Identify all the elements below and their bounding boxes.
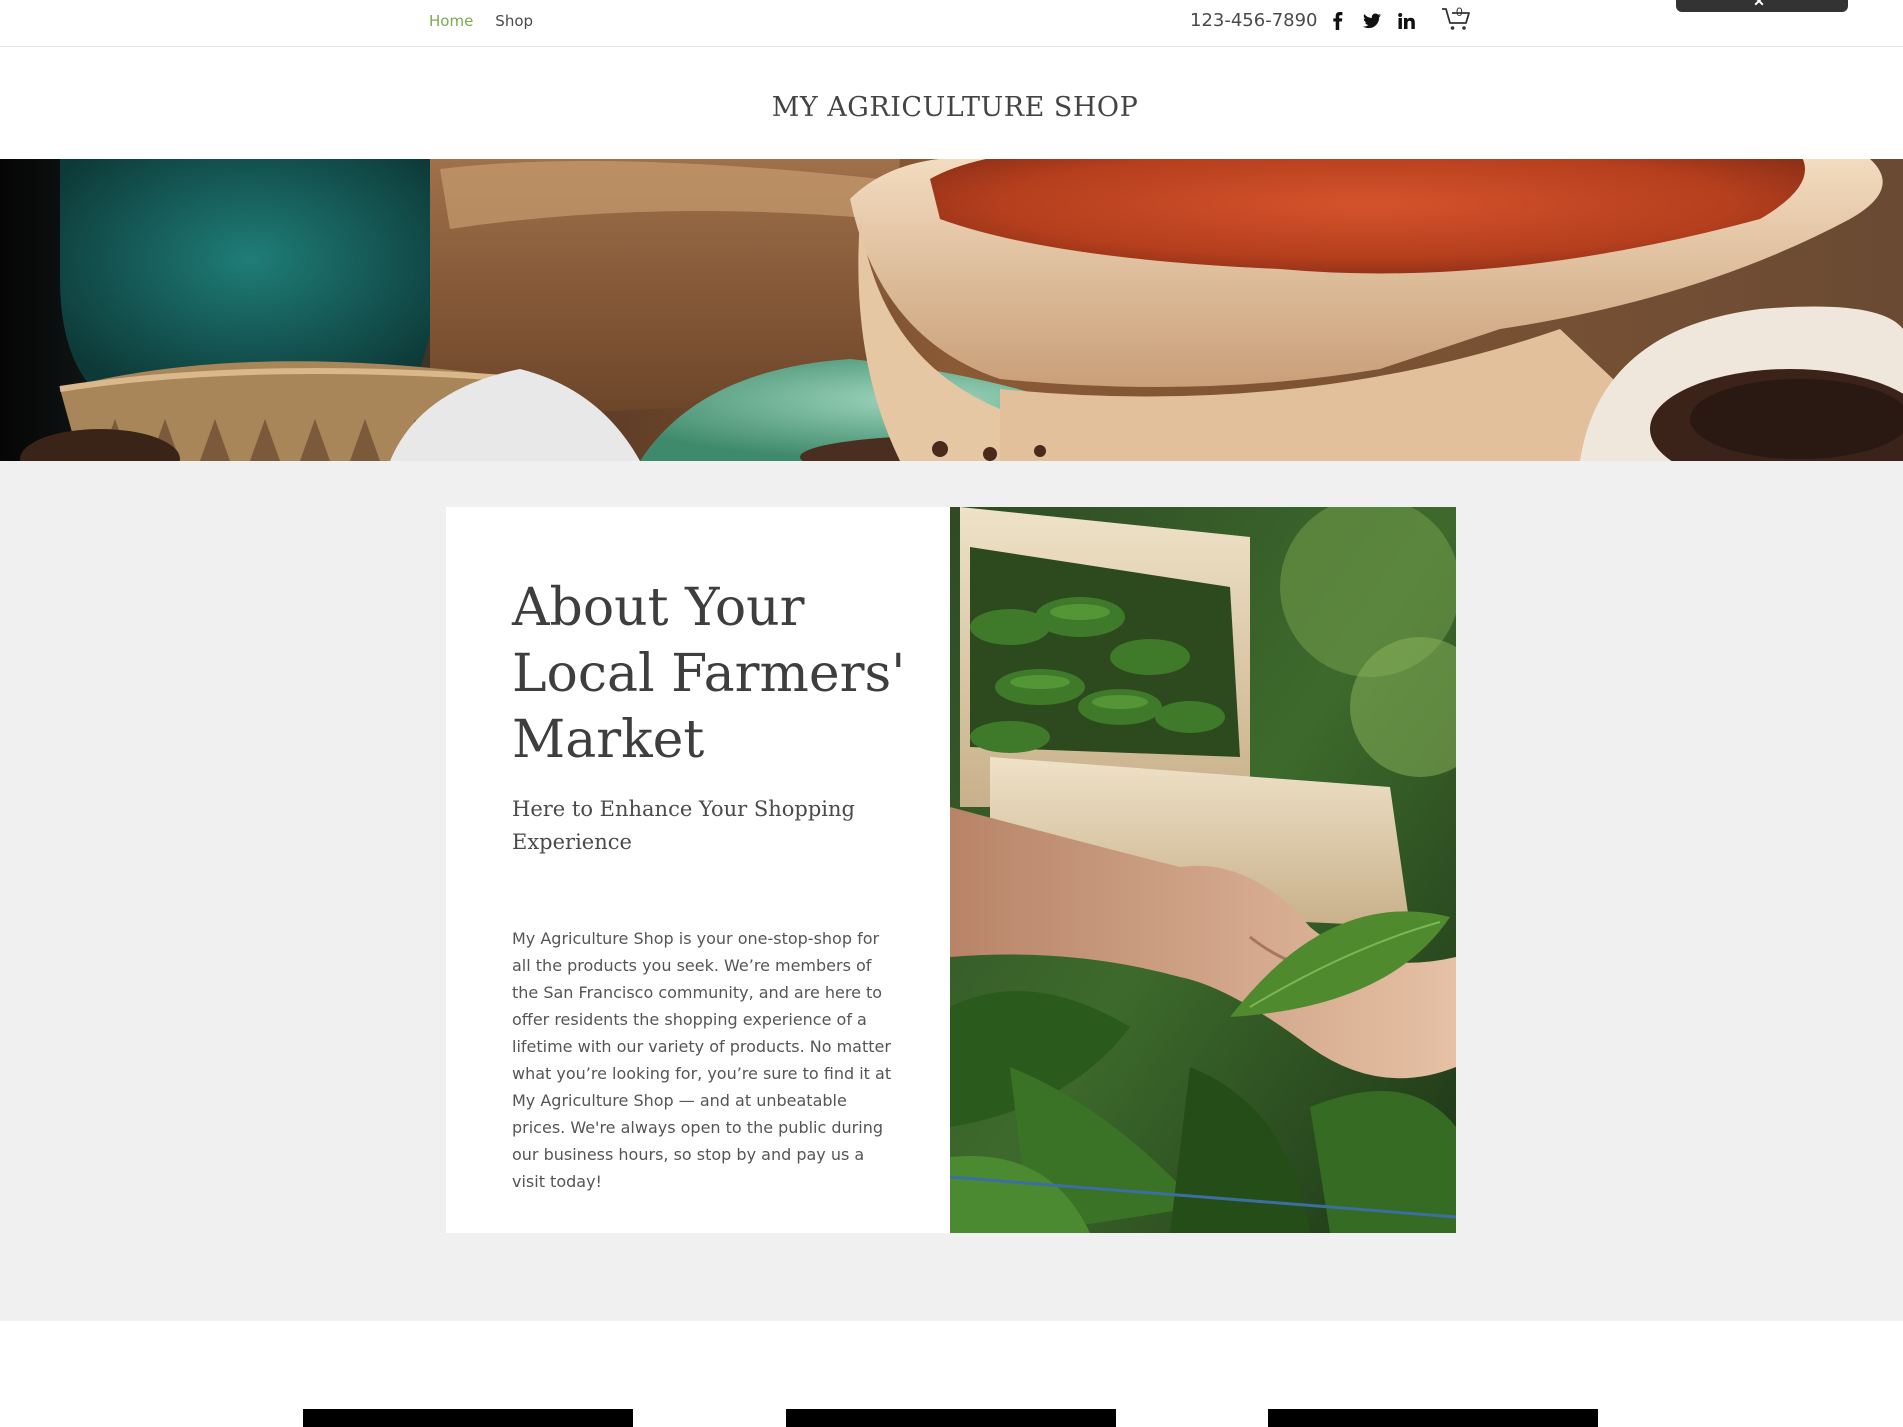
top-bar: Home Shop 123-456-7890 0 ✕ <box>0 0 1903 47</box>
gallery-thumb[interactable] <box>786 1409 1116 1427</box>
gallery-thumb[interactable] <box>1268 1409 1598 1427</box>
create-site-badge[interactable]: ✕ <box>1676 0 1848 12</box>
social-links <box>1328 11 1416 31</box>
about-subheading: Here to Enhance Your Shopping Experience <box>512 797 855 854</box>
nav-item-shop[interactable]: Shop <box>495 12 543 30</box>
twitter-icon[interactable] <box>1362 11 1382 31</box>
site-title: MY AGRICULTURE SHOP <box>771 92 1139 123</box>
cart-count: 0 <box>1456 5 1463 19</box>
phone-number: 123-456-7890 <box>1190 10 1318 31</box>
farmer-photo <box>950 507 1456 1233</box>
nav-item-home[interactable]: Home <box>429 12 483 30</box>
about-card: About Your Local Farmers' Market Here to… <box>446 507 950 1233</box>
gallery-thumb[interactable] <box>303 1409 633 1427</box>
cart-button[interactable]: 0 <box>1440 3 1474 33</box>
about-section: About Your Local Farmers' Market Here to… <box>0 461 1903 1321</box>
hero-image <box>0 159 1903 461</box>
linkedin-icon[interactable] <box>1396 11 1416 31</box>
main-nav: Home Shop <box>429 12 543 30</box>
about-body-text: My Agriculture Shop is your one-stop-sho… <box>512 929 892 1191</box>
about-heading: About Your Local Farmers' Market <box>512 578 906 770</box>
facebook-icon[interactable] <box>1328 11 1348 31</box>
wix-logo-icon: ✕ <box>1753 0 1765 9</box>
